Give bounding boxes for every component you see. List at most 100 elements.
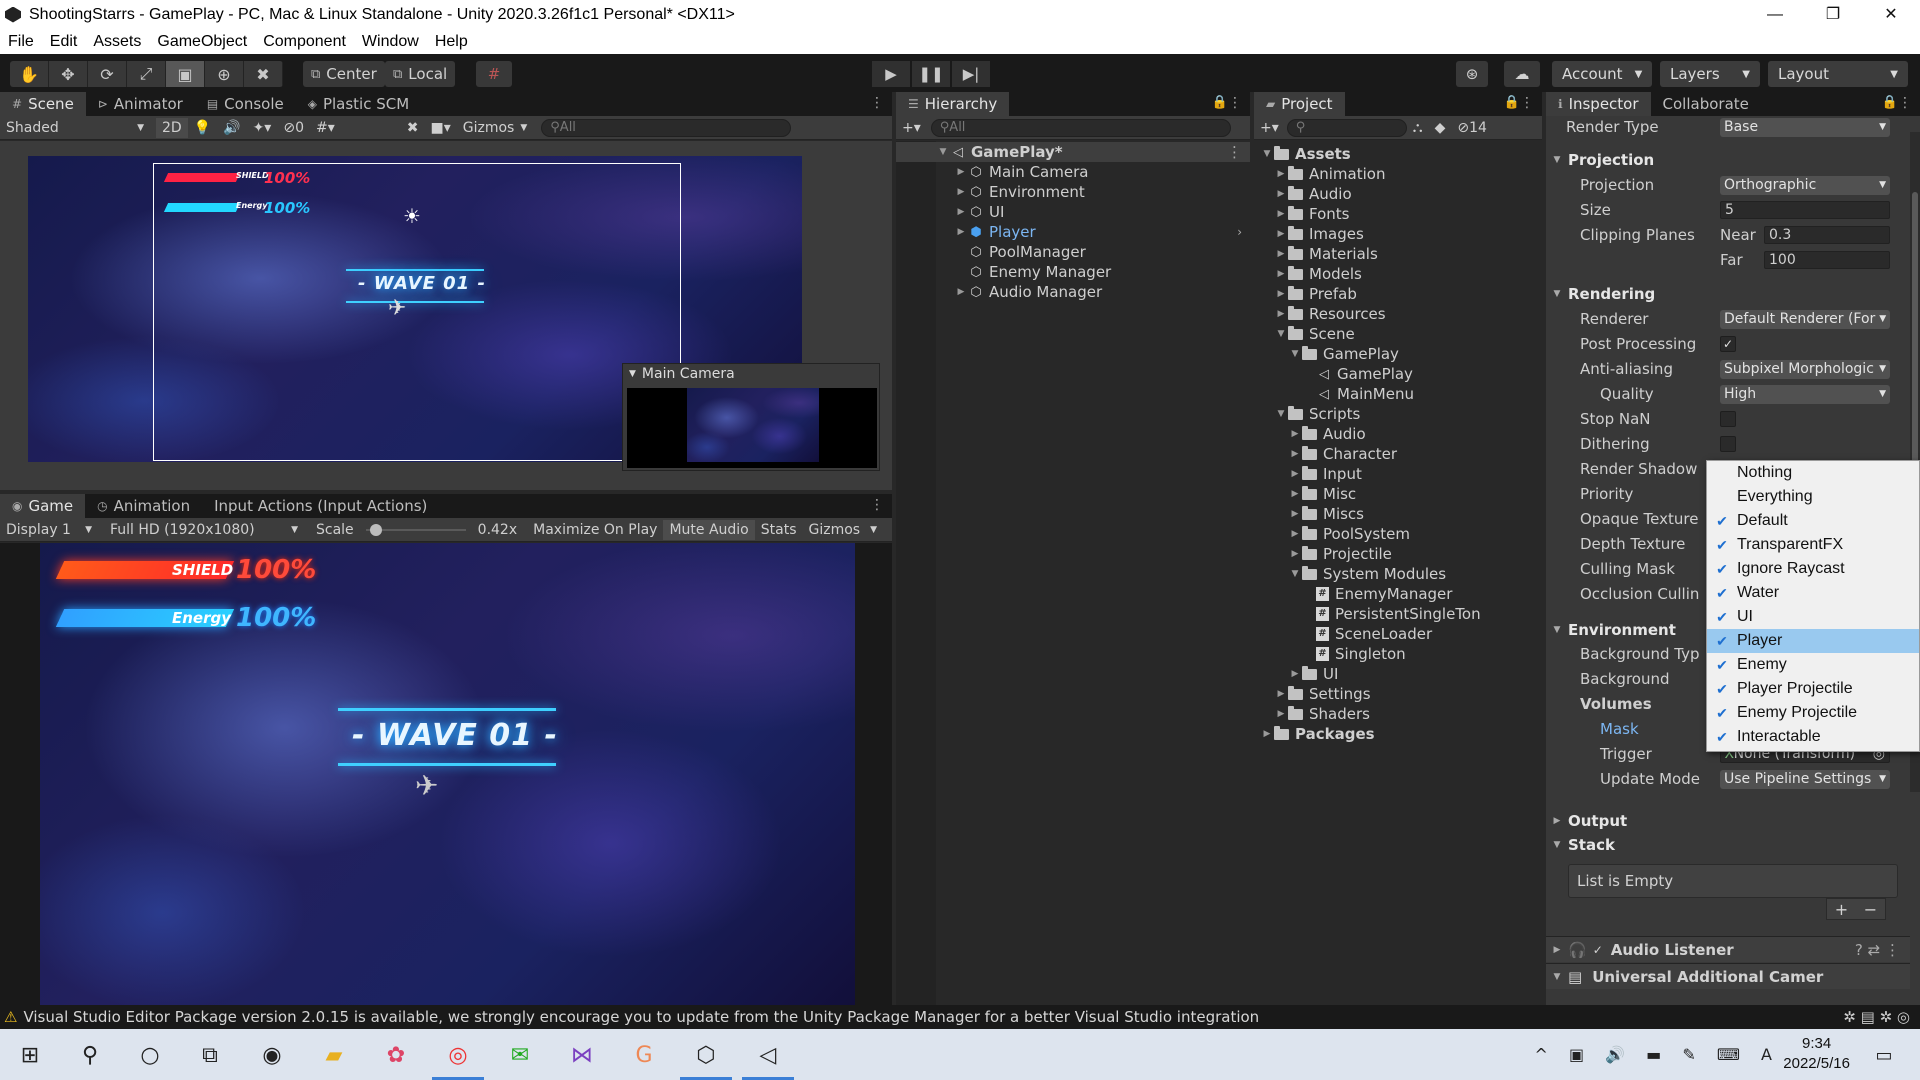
gitkraken-icon[interactable]: G bbox=[626, 1037, 662, 1073]
lock-icon[interactable]: 🔒 bbox=[1504, 95, 1520, 110]
audio-icon[interactable]: 🔊 bbox=[217, 118, 246, 138]
pivot-center-button[interactable]: ⧉ Center bbox=[303, 61, 385, 87]
audio-listener-component[interactable]: ▶ 🎧 ✓ Audio Listener ? ⇄ ⋮ bbox=[1546, 936, 1910, 962]
stop-nan-checkbox[interactable] bbox=[1720, 411, 1736, 427]
layer-option[interactable]: Everything bbox=[1707, 485, 1919, 509]
unity-hub-icon[interactable]: ⬡ bbox=[680, 1037, 732, 1080]
hierarchy-item[interactable]: ▶ ⬢ Player › bbox=[896, 222, 1250, 242]
project-item[interactable]: ▶ UI bbox=[1254, 664, 1542, 684]
post-processing-checkbox[interactable]: ✓ bbox=[1720, 336, 1736, 352]
project-item[interactable]: ◁ MainMenu bbox=[1254, 384, 1542, 404]
mode-2d-button[interactable]: 2D bbox=[156, 117, 188, 138]
taskbar-clock[interactable]: 9:34 2022/5/16 bbox=[1783, 1034, 1850, 1074]
layer-option[interactable]: Nothing bbox=[1707, 461, 1919, 485]
system-tray-icons[interactable]: ^ ▣ 🔊 ▬ ✎ ⌨ A bbox=[1534, 1045, 1780, 1064]
project-item[interactable]: ▼ Scene bbox=[1254, 324, 1542, 344]
audio-listener-checkbox[interactable]: ✓ bbox=[1593, 943, 1603, 957]
tab-animation[interactable]: ◷ Animation bbox=[85, 494, 202, 518]
menu-assets[interactable]: Assets bbox=[85, 33, 149, 51]
paint-icon[interactable]: ✿ bbox=[378, 1037, 414, 1073]
resolution-dropdown[interactable]: Full HD (1920x1080) ▼ bbox=[104, 520, 304, 540]
project-item[interactable]: # SceneLoader bbox=[1254, 624, 1542, 644]
layer-option[interactable]: ✔ Player bbox=[1707, 629, 1919, 653]
project-item[interactable]: # Singleton bbox=[1254, 644, 1542, 664]
gizmos-dropdown[interactable]: Gizmos ▼ bbox=[457, 118, 534, 138]
lighting-icon[interactable]: 💡 bbox=[188, 118, 217, 138]
tab-plastic-scm[interactable]: ◈ Plastic SCM bbox=[296, 92, 421, 116]
restore-button[interactable]: ❐ bbox=[1804, 0, 1862, 29]
plus-icon[interactable]: + bbox=[1835, 900, 1848, 919]
chevron-down-icon[interactable]: ▼ bbox=[1546, 625, 1568, 635]
project-search-input[interactable]: ⚲ bbox=[1286, 118, 1407, 137]
menu-help[interactable]: Help bbox=[427, 33, 476, 51]
unity-editor-icon[interactable]: ◁ bbox=[742, 1037, 794, 1080]
panel-menu-icon[interactable]: ⋮ bbox=[1898, 95, 1912, 111]
scene-viewport[interactable]: SHIELD 100% Energy 100% ☀ - WAVE 01 - ✈ … bbox=[0, 141, 892, 490]
dithering-checkbox[interactable] bbox=[1720, 436, 1736, 452]
taskbar-search-icon[interactable]: ⚲ bbox=[72, 1037, 108, 1073]
project-item[interactable]: ▶ Input bbox=[1254, 464, 1542, 484]
project-item[interactable]: ▼ GamePlay bbox=[1254, 344, 1542, 364]
rect-tool-icon[interactable]: ▣ bbox=[166, 61, 205, 87]
project-item[interactable]: ▶ Prefab bbox=[1254, 284, 1542, 304]
project-item[interactable]: ▶ Packages bbox=[1254, 724, 1542, 744]
tab-animator[interactable]: ⊳ Animator bbox=[86, 92, 195, 116]
project-item[interactable]: ▶ Shaders bbox=[1254, 704, 1542, 724]
tools-icon[interactable]: ✖ bbox=[401, 118, 425, 138]
project-item[interactable]: ▶ Audio bbox=[1254, 184, 1542, 204]
scene-menu-icon[interactable]: ⋮ bbox=[1227, 143, 1242, 161]
tab-collaborate[interactable]: Collaborate bbox=[1651, 92, 1761, 116]
layer-option[interactable]: ✔ UI bbox=[1707, 605, 1919, 629]
render-type-dropdown[interactable]: Base ▼ bbox=[1720, 117, 1890, 137]
layer-option[interactable]: ✔ Enemy Projectile bbox=[1707, 701, 1919, 725]
hierarchy-item[interactable]: ▶ ⬡ Environment bbox=[896, 182, 1250, 202]
rotate-tool-icon[interactable]: ⟳ bbox=[88, 61, 127, 87]
renderer-dropdown[interactable]: Default Renderer (For ▼ bbox=[1720, 309, 1890, 329]
hierarchy-item[interactable]: ⬡ Enemy Manager bbox=[896, 262, 1250, 282]
account-dropdown[interactable]: Account ▼ bbox=[1552, 61, 1652, 87]
cloud-button[interactable]: ☁ bbox=[1504, 61, 1540, 87]
menu-gameobject[interactable]: GameObject bbox=[149, 33, 255, 51]
projection-dropdown[interactable]: Orthographic ▼ bbox=[1720, 175, 1890, 195]
update-mode-dropdown[interactable]: Use Pipeline Settings ▼ bbox=[1720, 769, 1890, 789]
project-item[interactable]: ▶ Projectile bbox=[1254, 544, 1542, 564]
project-item[interactable]: ▶ Fonts bbox=[1254, 204, 1542, 224]
transform-tool-icon[interactable]: ⊕ bbox=[205, 61, 244, 87]
cortana-icon[interactable]: ○ bbox=[132, 1037, 168, 1073]
project-item[interactable]: ▼ System Modules bbox=[1254, 564, 1542, 584]
camera-icon[interactable]: ■▾ bbox=[424, 118, 456, 138]
project-item[interactable]: ◁ GamePlay bbox=[1254, 364, 1542, 384]
chevron-right-icon[interactable]: › bbox=[1237, 225, 1242, 239]
pause-button[interactable]: ❚❚ bbox=[912, 61, 950, 87]
layer-option[interactable]: ✔ Water bbox=[1707, 581, 1919, 605]
tab-scene[interactable]: # Scene bbox=[0, 92, 86, 116]
minimize-button[interactable]: — bbox=[1746, 0, 1804, 29]
panel-menu-icon[interactable]: ⋮ bbox=[870, 95, 884, 111]
project-item[interactable]: ▶ PoolSystem bbox=[1254, 524, 1542, 544]
hierarchy-scene-row[interactable]: ▼ ◁ GamePlay* ⋮ bbox=[896, 142, 1250, 162]
panel-menu-icon[interactable]: ⋮ bbox=[1228, 95, 1242, 111]
close-button[interactable]: ✕ bbox=[1862, 0, 1920, 29]
tab-game[interactable]: ◉ Game bbox=[0, 494, 86, 518]
move-tool-icon[interactable]: ✥ bbox=[49, 61, 88, 87]
step-button[interactable]: ▶| bbox=[952, 61, 990, 87]
project-item[interactable]: ▶ Resources bbox=[1254, 304, 1542, 324]
create-asset-button[interactable]: +▾ bbox=[1254, 118, 1285, 138]
mute-audio-button[interactable]: Mute Audio bbox=[663, 519, 755, 540]
create-button[interactable]: +▾ bbox=[896, 118, 927, 138]
project-item[interactable]: ▼ Scripts bbox=[1254, 404, 1542, 424]
hidden-objects-button[interactable]: ⊘ 0 bbox=[277, 118, 310, 138]
layer-option[interactable]: ✔ Enemy bbox=[1707, 653, 1919, 677]
chevron-down-icon[interactable]: ▼ bbox=[1546, 155, 1568, 165]
chevron-down-icon[interactable]: ▼ bbox=[1546, 840, 1568, 850]
panel-menu-icon[interactable]: ⋮ bbox=[870, 497, 884, 513]
visual-studio-icon[interactable]: ⋈ bbox=[564, 1037, 600, 1073]
filter-label-icon[interactable]: ◆ bbox=[1429, 118, 1452, 138]
scale-tool-icon[interactable]: ⤢ bbox=[127, 61, 166, 87]
project-item[interactable]: # EnemyManager bbox=[1254, 584, 1542, 604]
menu-edit[interactable]: Edit bbox=[42, 33, 86, 51]
project-item[interactable]: ▼ Assets bbox=[1254, 144, 1542, 164]
additional-camera-component[interactable]: ▼ ▤ Universal Additional Camer bbox=[1546, 963, 1910, 989]
project-item[interactable]: ▶ Miscs bbox=[1254, 504, 1542, 524]
scale-slider-thumb[interactable] bbox=[370, 523, 383, 536]
